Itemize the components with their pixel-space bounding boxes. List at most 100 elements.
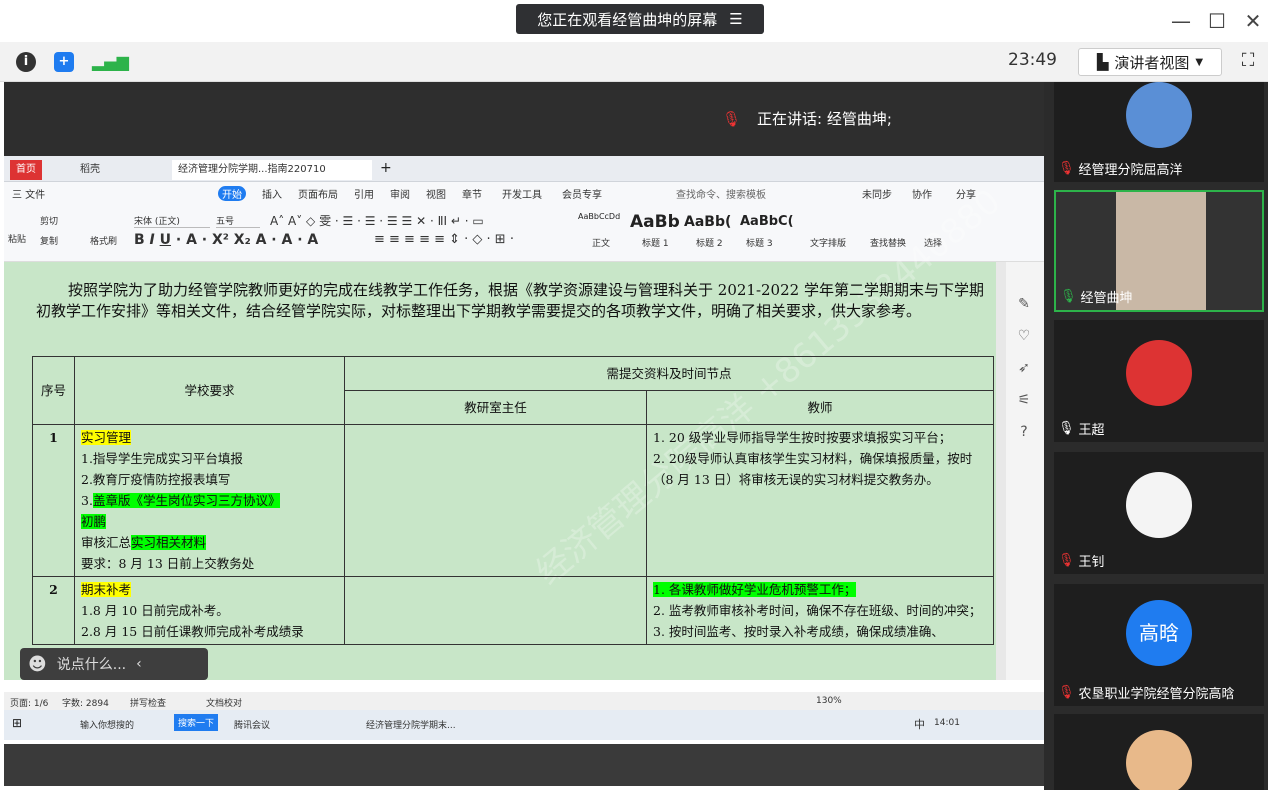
alignment-tools[interactable]: ≡ ≡ ≡ ≡ ≡ ⇕ · ◇ · ⊞ · (374, 232, 514, 247)
menu-chapter[interactable]: 章节 (462, 186, 482, 201)
header-school: 学校要求 (74, 356, 345, 425)
row-seq: 2 (32, 576, 75, 645)
menu-file[interactable]: 三 文件 (12, 186, 45, 201)
style-h1-sample[interactable]: AaBb (630, 212, 680, 232)
chevron-left-icon[interactable]: ‹ (136, 656, 142, 672)
taskbar-search[interactable]: 输入你想搜的 (80, 718, 134, 731)
menu-member[interactable]: 会员专享 (562, 186, 602, 201)
bold-button[interactable]: B I U · A · X² X₂ A · A · A (134, 232, 318, 248)
word-count: 字数: 2894 (62, 699, 109, 709)
school-requirement-cell: 实习管理 1.指导学生完成实习平台填报 2.教育厅疫情防控报表填写 3.盖章版《… (74, 424, 345, 577)
menu-view[interactable]: 视图 (426, 186, 446, 201)
presenter-view-button[interactable]: ▙ 演讲者视图 ▼ (1078, 48, 1222, 76)
style-h2[interactable]: 标题 2 (696, 236, 723, 249)
tab-document[interactable]: 经济管理分院学期...指南220710 (172, 160, 372, 180)
requirements-table: 序号 学校要求 需提交资料及时间节点 教研室主任 教师 1 实习管理 1.指导学… (32, 356, 994, 645)
tab-home[interactable]: 首页 (10, 160, 42, 180)
menu-icon[interactable]: ☰ (729, 10, 742, 28)
search-command-input[interactable]: 查找命令、搜索模板 (676, 186, 766, 201)
menu-review[interactable]: 审阅 (390, 186, 410, 201)
chat-input[interactable]: ☻ 说点什么... ‹ (20, 648, 208, 680)
teacher-item: 1. 20 级学业导师指导学生按时按要求填报实习平台； (653, 430, 952, 445)
participant-tile[interactable]: 🎙 王钊 (1054, 452, 1264, 574)
paste-button[interactable]: 粘贴 (8, 232, 26, 245)
info-icon[interactable]: i (16, 52, 36, 72)
table-row: 1 实习管理 1.指导学生完成实习平台填报 2.教育厅疫情防控报表填写 3.盖章… (32, 424, 994, 577)
style-h3[interactable]: 标题 3 (746, 236, 773, 249)
fullscreen-icon[interactable]: ⛶ (1236, 50, 1260, 74)
paragraph-tools[interactable]: A˄ A˅ ◇ 雯 · ☰ · ☰ · ☰ ☰ ✕ · ⅡI ↵ · ▭ (270, 212, 484, 229)
sync-status[interactable]: 未同步 (862, 186, 892, 201)
shield-icon[interactable]: + (54, 52, 74, 72)
collab-button[interactable]: 协作 (912, 186, 932, 201)
ime-indicator[interactable]: 中 (914, 716, 925, 732)
participant-tile[interactable]: 高晗 🎙 农垦职业学院经管分院高晗 (1054, 584, 1264, 706)
font-size-select[interactable]: 五号 (216, 214, 260, 228)
layout-icon: ▙ (1096, 53, 1109, 71)
style-h1[interactable]: 标题 1 (642, 236, 669, 249)
close-button[interactable]: ✕ (1238, 8, 1268, 34)
presenter-view-label: 演讲者视图 (1114, 53, 1190, 72)
proofread[interactable]: 文档校对 (206, 696, 242, 709)
teacher-item: 3. 按时间监考、按时录入补考成绩，确保成绩准确、 (653, 624, 944, 639)
participant-tile[interactable] (1054, 714, 1264, 790)
new-tab-icon[interactable]: + (380, 160, 392, 176)
maximize-button[interactable]: ☐ (1202, 8, 1232, 34)
participant-tile[interactable]: 🎙 经管曲坤 (1054, 190, 1264, 312)
menu-home[interactable]: 开始 (218, 186, 246, 201)
teacher-item: 1. 各课教师做好学业危机预警工作； (653, 582, 857, 597)
speaking-indicator: 🎙 正在讲话: 经管曲坤; (722, 108, 892, 129)
style-h2-sample[interactable]: AaBb( (684, 214, 731, 230)
mic-icon: 🎙 (1060, 289, 1077, 304)
search-button[interactable]: 搜索一下 (174, 714, 219, 731)
vertical-scrollbar[interactable] (996, 262, 1006, 680)
mic-muted-icon: 🎙 (1058, 553, 1075, 568)
spell-check[interactable]: 拼写检查 (130, 696, 166, 709)
screen-share-banner[interactable]: 您正在观看经管曲坤的屏幕 ☰ (516, 4, 764, 34)
banner-text: 您正在观看经管曲坤的屏幕 (537, 10, 718, 29)
menu-layout[interactable]: 页面布局 (298, 186, 338, 201)
avatar: 高晗 (1126, 600, 1192, 666)
emoji-icon[interactable]: ☻ (28, 654, 47, 675)
page-indicator: 页面: 1/6 (10, 699, 49, 709)
req-deadline: 要求：8 月 13 日前上交教务处 (81, 556, 255, 571)
menu-reference[interactable]: 引用 (354, 186, 374, 201)
req-line: 审核汇总 (81, 535, 132, 550)
cut-button[interactable]: 剪切 (40, 214, 58, 227)
school-requirement-cell: 期末补考 1.8 月 10 日前完成补考。 2.8 月 15 日前任课教师完成补… (74, 576, 345, 645)
menu-insert[interactable]: 插入 (262, 186, 282, 201)
windows-icon[interactable]: ⊞ (12, 716, 22, 730)
side-tools[interactable]: ✎ ♡ ➶ ⚟? (1016, 288, 1032, 448)
req-highlight: 实习相关材料 (131, 535, 207, 550)
participant-tile[interactable]: 🎙 王超 (1054, 320, 1264, 442)
req-line: 1.指导学生完成实习平台填报 (81, 451, 243, 466)
teacher-cell: 1. 各课教师做好学业危机预警工作； 2. 监考教师审核补考时间，确保不存在班级… (646, 576, 994, 645)
menu-developer[interactable]: 开发工具 (502, 186, 542, 201)
format-painter-button[interactable]: 格式刷 (90, 234, 117, 247)
style-normal-sample[interactable]: AaBbCcDd (578, 212, 620, 221)
row-seq: 1 (32, 424, 75, 577)
header-director: 教研室主任 (344, 390, 647, 425)
participant-name: 王超 (1078, 423, 1105, 438)
header-teacher: 教师 (646, 390, 994, 425)
copy-button[interactable]: 复制 (40, 234, 58, 247)
taskbar-app[interactable]: 经济管理分院学期末... (366, 718, 456, 731)
header-need: 需提交资料及时间节点 (344, 356, 994, 391)
signal-icon[interactable]: ▂▄▆ (92, 52, 129, 71)
tab-docer[interactable]: 稻壳 (74, 160, 106, 180)
minimize-button[interactable]: — (1166, 8, 1196, 34)
mic-muted-icon: 🎙 (722, 109, 742, 128)
avatar (1126, 472, 1192, 538)
zoom-level[interactable]: 130% (816, 696, 842, 706)
font-select[interactable]: 宋体 (正文) (134, 214, 210, 228)
speaking-label: 正在讲话: 经管曲坤; (757, 110, 892, 128)
windows-taskbar (4, 710, 1044, 740)
req-highlight: 盖章版《学生岗位实习三方协议》 (92, 493, 281, 508)
participant-tile[interactable]: 🎙 经管理分院屈高洋 (1054, 82, 1264, 182)
typeset-button[interactable]: 文字排版 (810, 236, 846, 249)
teacher-item: 2. 监考教师审核补考时间，确保不存在班级、时间的冲突； (653, 603, 982, 618)
style-normal[interactable]: 正文 (592, 236, 610, 249)
taskbar-app[interactable]: 腾讯会议 (234, 718, 270, 731)
style-h3-sample[interactable]: AaBbC( (740, 214, 794, 229)
req-line: 1.8 月 10 日前完成补考。 (81, 603, 229, 618)
